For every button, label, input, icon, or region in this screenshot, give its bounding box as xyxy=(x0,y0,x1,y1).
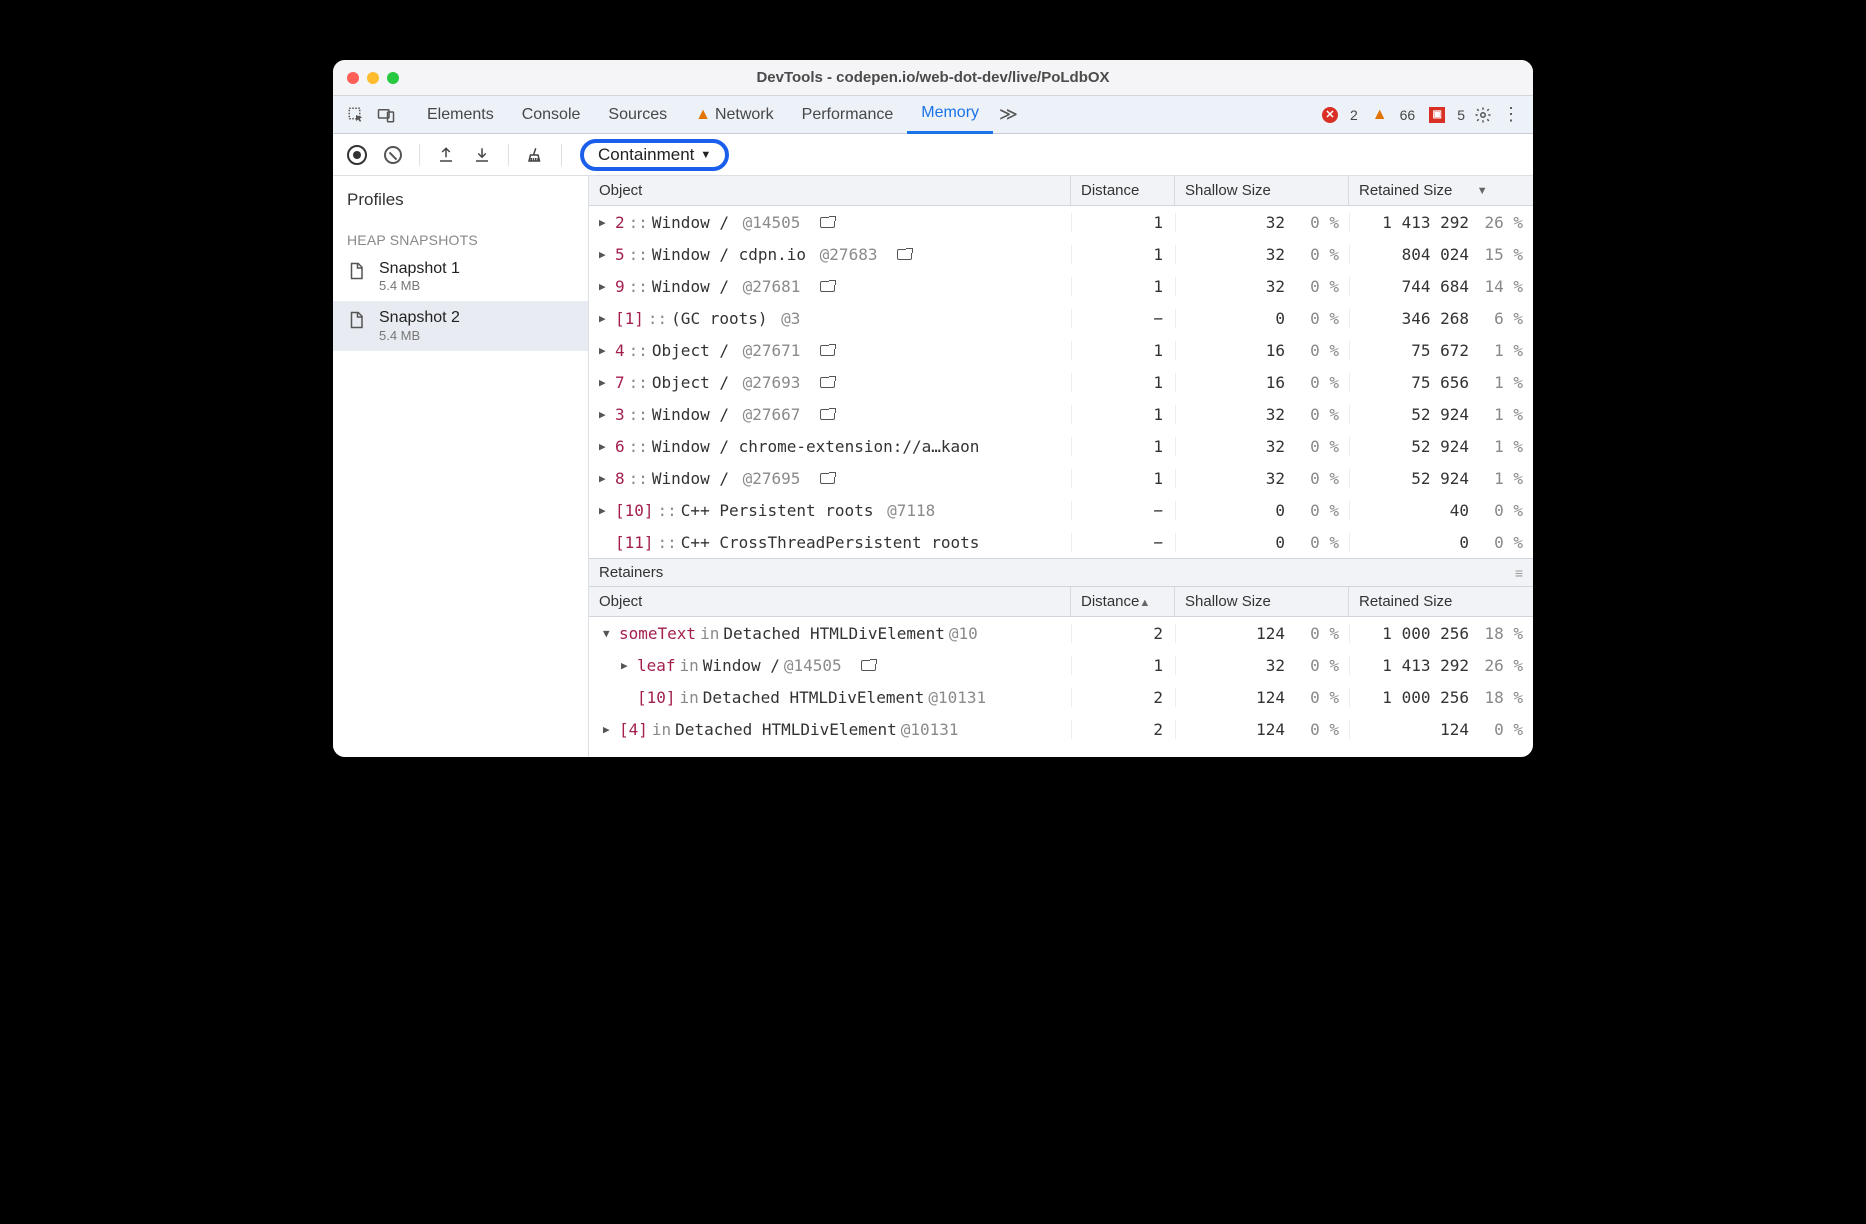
profiles-sidebar: Profiles HEAP SNAPSHOTS Snapshot 1 5.4 M… xyxy=(333,176,589,757)
expand-toggle[interactable]: ▶ xyxy=(599,216,611,229)
message-count: 5 xyxy=(1457,107,1465,123)
snapshot-size: 5.4 MB xyxy=(379,278,460,293)
retainers-columns-header[interactable]: Object Distance▲ Shallow Size Retained S… xyxy=(589,587,1533,617)
expand-toggle[interactable]: ▶ xyxy=(599,280,611,293)
inspect-element-icon[interactable] xyxy=(341,100,371,130)
table-row[interactable]: [10] in Detached HTMLDivElement @1013121… xyxy=(589,681,1533,713)
expand-toggle[interactable]: ▶ xyxy=(599,344,611,357)
sort-asc-icon: ▲ xyxy=(1139,597,1150,609)
sidebar-title: Profiles xyxy=(333,176,588,220)
export-icon[interactable] xyxy=(432,141,460,169)
columns-header[interactable]: Object Distance Shallow Size Retained Si… xyxy=(589,176,1533,206)
tab-elements[interactable]: Elements xyxy=(413,96,508,134)
gc-broom-icon[interactable] xyxy=(521,141,549,169)
tab-icon xyxy=(861,660,876,671)
window-title: DevTools - codepen.io/web-dot-dev/live/P… xyxy=(333,69,1533,86)
memory-toolbar: Containment ▼ xyxy=(333,134,1533,176)
tab-icon xyxy=(820,345,835,356)
message-icon: ▣ xyxy=(1429,107,1445,123)
titlebar: DevTools - codepen.io/web-dot-dev/live/P… xyxy=(333,60,1533,96)
table-row[interactable]: ▶4 :: Object / @27671 1160 %75 6721 % xyxy=(589,334,1533,366)
clear-button[interactable] xyxy=(379,141,407,169)
table-row[interactable]: ▶[1] :: (GC roots) @3−00 %346 2686 % xyxy=(589,302,1533,334)
sort-desc-icon: ▼ xyxy=(1477,185,1488,197)
table-row[interactable]: ▶[10] :: C++ Persistent roots @7118−00 %… xyxy=(589,494,1533,526)
tab-network[interactable]: ▲Network xyxy=(681,96,788,134)
table-row[interactable]: [11] :: C++ CrossThreadPersistent roots−… xyxy=(589,526,1533,558)
tab-console[interactable]: Console xyxy=(508,96,595,134)
settings-icon[interactable] xyxy=(1469,106,1497,124)
tab-performance[interactable]: Performance xyxy=(788,96,908,134)
snapshot-size: 5.4 MB xyxy=(379,328,460,343)
snapshot-name: Snapshot 2 xyxy=(379,309,460,327)
col-shallow[interactable]: Shallow Size xyxy=(1175,176,1349,205)
expand-toggle[interactable]: ▶ xyxy=(603,723,615,736)
main-tabstrip: Elements Console Sources ▲Network Perfor… xyxy=(333,96,1533,134)
tab-sources[interactable]: Sources xyxy=(594,96,681,134)
warning-count: 66 xyxy=(1400,107,1416,123)
snapshot-file-icon xyxy=(347,260,369,284)
table-row[interactable]: ▶3 :: Window / @27667 1320 %52 9241 % xyxy=(589,398,1533,430)
chevron-down-icon: ▼ xyxy=(700,149,711,161)
snapshot-item[interactable]: Snapshot 2 5.4 MB xyxy=(333,301,588,350)
tab-icon xyxy=(820,409,835,420)
error-icon: ✕ xyxy=(1322,107,1338,123)
table-row[interactable]: ▶leaf in Window / @14505 1320 %1 413 292… xyxy=(589,649,1533,681)
devtools-window: DevTools - codepen.io/web-dot-dev/live/P… xyxy=(333,60,1533,757)
more-tabs-button[interactable]: ≫ xyxy=(993,104,1024,125)
snapshot-item[interactable]: Snapshot 1 5.4 MB xyxy=(333,252,588,301)
table-row[interactable]: ▶2 :: Window / @14505 1320 %1 413 29226 … xyxy=(589,206,1533,238)
table-row[interactable]: ▼someText in Detached HTMLDivElement @10… xyxy=(589,617,1533,649)
kebab-menu-icon[interactable]: ⋮ xyxy=(1497,104,1525,125)
expand-toggle[interactable]: ▶ xyxy=(621,659,633,672)
table-row[interactable]: ▶8 :: Window / @27695 1320 %52 9241 % xyxy=(589,462,1533,494)
import-icon[interactable] xyxy=(468,141,496,169)
table-row[interactable]: ▶5 :: Window / cdpn.io @27683 1320 %804 … xyxy=(589,238,1533,270)
expand-toggle[interactable]: ▶ xyxy=(599,312,611,325)
tab-icon xyxy=(897,249,912,260)
col-distance[interactable]: Distance▲ xyxy=(1071,587,1175,616)
expand-toggle[interactable]: ▶ xyxy=(599,248,611,261)
col-object[interactable]: Object xyxy=(589,587,1071,616)
warning-icon: ▲ xyxy=(695,106,711,124)
table-row[interactable]: ▶6 :: Window / chrome-extension://a…kaon… xyxy=(589,430,1533,462)
table-row[interactable]: ▶[4] in Detached HTMLDivElement @1013121… xyxy=(589,713,1533,745)
tab-icon xyxy=(820,377,835,388)
record-button[interactable] xyxy=(343,141,371,169)
table-row[interactable]: ▶9 :: Window / @27681 1320 %744 68414 % xyxy=(589,270,1533,302)
device-toolbar-icon[interactable] xyxy=(371,100,401,130)
tab-memory[interactable]: Memory xyxy=(907,96,993,134)
warning-icon: ▲ xyxy=(1372,106,1388,124)
snapshot-file-icon xyxy=(347,309,369,333)
col-object[interactable]: Object xyxy=(589,176,1071,205)
col-retained[interactable]: Retained Size xyxy=(1349,587,1533,616)
perspective-select[interactable]: Containment ▼ xyxy=(580,139,729,171)
expand-toggle[interactable]: ▶ xyxy=(599,408,611,421)
status-badges[interactable]: ✕ 2 ▲ 66 ▣ 5 xyxy=(1322,106,1469,124)
heap-rows[interactable]: ▶2 :: Window / @14505 1320 %1 413 29226 … xyxy=(589,206,1533,558)
col-shallow[interactable]: Shallow Size xyxy=(1175,587,1349,616)
retainers-rows[interactable]: ▼someText in Detached HTMLDivElement @10… xyxy=(589,617,1533,745)
tab-icon xyxy=(820,473,835,484)
table-row[interactable]: ▶7 :: Object / @27693 1160 %75 6561 % xyxy=(589,366,1533,398)
expand-toggle[interactable]: ▼ xyxy=(603,627,615,640)
expand-toggle[interactable]: ▶ xyxy=(599,472,611,485)
tab-icon xyxy=(820,217,835,228)
snapshot-name: Snapshot 1 xyxy=(379,260,460,278)
retainers-header[interactable]: Retainers ≡ xyxy=(589,558,1533,587)
expand-toggle[interactable]: ▶ xyxy=(599,376,611,389)
tab-icon xyxy=(820,281,835,292)
heap-table-area: Object Distance Shallow Size Retained Si… xyxy=(589,176,1533,757)
expand-toggle[interactable]: ▶ xyxy=(599,504,611,517)
col-distance[interactable]: Distance xyxy=(1071,176,1175,205)
expand-toggle[interactable]: ▶ xyxy=(599,440,611,453)
error-count: 2 xyxy=(1350,107,1358,123)
sidebar-group-label: HEAP SNAPSHOTS xyxy=(333,220,588,252)
panel-tabs: Elements Console Sources ▲Network Perfor… xyxy=(413,96,1024,134)
col-retained[interactable]: Retained Size ▼ xyxy=(1349,176,1533,205)
perspective-select-label: Containment xyxy=(598,145,694,165)
menu-icon[interactable]: ≡ xyxy=(1515,565,1523,581)
